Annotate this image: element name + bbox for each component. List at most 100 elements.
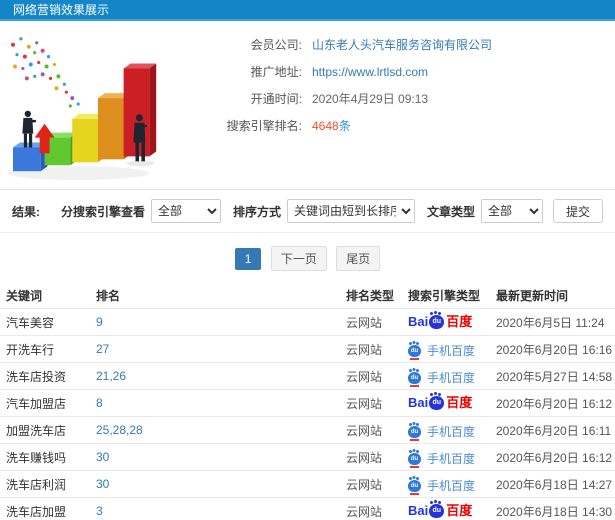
rank-type-cell: 云网站 [346, 504, 383, 519]
baidu-logo-cn: 百度 [446, 314, 473, 330]
rank-type-cell: 云网站 [346, 450, 383, 465]
mobile-baidu-badge: du 手机百度 [408, 342, 476, 360]
mobile-baidu-paw-icon: du [408, 423, 421, 441]
open-time-label: 开通时间: [250, 92, 302, 106]
mobile-baidu-badge: du 手机百度 [408, 477, 475, 495]
table-row: 汽车加盟店 8 云网站 Bai du 百度 2020年6月20日 16:12 [0, 389, 615, 416]
engine-rank-label: 搜索引擎排名: [226, 119, 302, 133]
rank-type-cell: 云网站 [346, 423, 383, 438]
businessman-left [22, 110, 37, 148]
field-promo-url: 推广地址: https://www.lrtlsd.com [190, 58, 615, 85]
page-1-button[interactable]: 1 [234, 248, 262, 270]
engine-filter-label: 分搜索引擎查看 [60, 204, 145, 219]
baidu-logo-cn: 百度 [446, 395, 473, 411]
bar-chart-illustration [7, 37, 157, 181]
rank-link[interactable]: 25,28,28 [96, 423, 346, 437]
submit-button[interactable]: 提交 [552, 199, 603, 223]
rank-link[interactable]: 30 [96, 450, 346, 464]
result-label: 结果: [12, 204, 40, 219]
header-rank-type: 排名类型 [346, 288, 395, 303]
mobile-baidu-paw-icon: du [408, 342, 421, 360]
mobile-baidu-label: 手机百度 [427, 371, 476, 385]
updated-cell: 2020年6月18日 14:27 [496, 477, 613, 492]
rank-link[interactable]: 27 [96, 342, 346, 356]
updated-cell: 2020年5月27日 14:58 [496, 369, 613, 384]
table-row: 洗车店投资 21,26 云网站 du 手机百度 2020年5月27日 14:58 [0, 362, 615, 389]
mobile-baidu-paw-icon: du [408, 369, 421, 387]
rank-type-cell: 云网站 [346, 369, 383, 384]
rank-link[interactable]: 3 [96, 504, 346, 518]
last-page-button[interactable]: 尾页 [336, 246, 381, 271]
mobile-baidu-label: 手机百度 [427, 344, 476, 358]
mobile-baidu-label: 手机百度 [427, 452, 476, 466]
rank-type-cell: 云网站 [346, 477, 383, 492]
engine-rank-count: 4648 [312, 118, 339, 133]
rank-type-cell: 云网站 [346, 342, 383, 357]
header-engine-type: 搜索引擎类型 [408, 288, 481, 303]
rank-link[interactable]: 21,26 [96, 369, 346, 383]
engine-cell: du 手机百度 [408, 368, 496, 387]
baidu-logo-bai: Bai [408, 395, 429, 411]
keyword-cell: 加盟洗车店 [6, 423, 67, 438]
engine-filter-select[interactable]: 全部 [150, 199, 221, 223]
keyword-cell: 汽车加盟店 [6, 396, 67, 411]
header-keyword: 关键词 [6, 288, 43, 303]
updated-cell: 2020年6月20日 16:12 [496, 396, 613, 411]
table-row: 汽车美容 9 云网站 Bai du 百度 2020年6月5日 11:24 [0, 308, 615, 335]
field-open-time: 开通时间: 2020年4月29日 09:13 [190, 85, 615, 112]
baidu-logo-cn: 百度 [446, 503, 473, 519]
next-page-button[interactable]: 下一页 [270, 246, 327, 271]
header-rank: 排名 [96, 288, 121, 303]
keyword-cell: 洗车店投资 [6, 369, 67, 384]
table-row: 洗车店利润 30 云网站 du 手机百度 2020年6月18日 14:27 [0, 470, 615, 497]
table-row: 加盟洗车店 25,28,28 云网站 du 手机百度 2020年6月20日 16… [0, 416, 615, 443]
mobile-baidu-paw-icon: du [408, 450, 421, 468]
engine-cell: Bai du 百度 [408, 392, 496, 411]
baidu-logo-du: du [432, 399, 442, 407]
baidu-logo: Bai du 百度 [408, 311, 473, 330]
rank-link[interactable]: 8 [96, 396, 346, 410]
confetti-dots [11, 37, 80, 108]
table-row: 洗车赚钱吗 30 云网站 du 手机百度 2020年6月20日 16:12 [0, 443, 615, 470]
table-row: 洗车店加盟 3 云网站 Bai du 百度 2020年6月18日 14:30 [0, 497, 615, 520]
rank-link[interactable]: 30 [96, 477, 346, 491]
baidu-paw-icon: du [429, 500, 445, 518]
updated-cell: 2020年6月18日 14:30 [496, 504, 613, 519]
pagination: 1 下一页 尾页 [0, 233, 615, 282]
mobile-baidu-du: du [410, 348, 419, 354]
member-company-link[interactable]: 山东老人头汽车服务咨询有限公司 [312, 36, 492, 53]
baidu-logo: Bai du 百度 [408, 392, 473, 411]
header-updated: 最新更新时间 [496, 288, 569, 303]
mobile-baidu-label: 手机百度 [427, 425, 476, 439]
rank-link[interactable]: 9 [96, 315, 346, 329]
results-table: 关键词 排名 排名类型 搜索引擎类型 最新更新时间 汽车美容 9 云网站 Bai… [0, 282, 615, 520]
mobile-baidu-badge: du 手机百度 [408, 423, 476, 441]
baidu-logo-du: du [432, 507, 442, 515]
engine-cell: du 手机百度 [408, 422, 496, 441]
keyword-cell: 洗车赚钱吗 [6, 450, 67, 465]
baidu-paw-icon: du [429, 392, 445, 410]
engine-cell: Bai du 百度 [408, 311, 496, 330]
sort-filter-select[interactable]: 关键词由短到长排序 [286, 199, 415, 223]
keyword-cell: 洗车店利润 [6, 477, 67, 492]
keyword-cell: 洗车店加盟 [6, 504, 67, 519]
mobile-baidu-du: du [410, 456, 419, 462]
updated-cell: 2020年6月20日 16:16 [496, 342, 613, 357]
engine-cell: du 手机百度 [408, 449, 496, 468]
mobile-baidu-paw-icon: du [408, 477, 421, 495]
mobile-baidu-badge: du 手机百度 [408, 369, 476, 387]
updated-cell: 2020年6月20日 16:11 [496, 423, 612, 438]
article-type-select[interactable]: 全部 [480, 199, 543, 223]
company-info-section: 会员公司: 山东老人头汽车服务咨询有限公司 推广地址: https://www.… [0, 21, 615, 189]
baidu-logo-bai: Bai [408, 503, 429, 519]
engine-rank-unit: 条 [338, 119, 351, 133]
updated-cell: 2020年6月5日 11:24 [496, 315, 605, 330]
engine-cell: du 手机百度 [408, 341, 496, 360]
filter-bar: 结果: 分搜索引擎查看 全部 排序方式 关键词由短到长排序 文章类型 全部 提交 [0, 189, 615, 233]
promo-url-link[interactable]: https://www.lrtlsd.com [312, 65, 428, 79]
baidu-paw-icon: du [429, 311, 445, 329]
mobile-baidu-du: du [410, 483, 419, 489]
article-type-label: 文章类型 [426, 204, 475, 219]
baidu-logo: Bai du 百度 [408, 500, 473, 519]
table-row: 开洗车行 27 云网站 du 手机百度 2020年6月20日 16:16 [0, 335, 615, 362]
